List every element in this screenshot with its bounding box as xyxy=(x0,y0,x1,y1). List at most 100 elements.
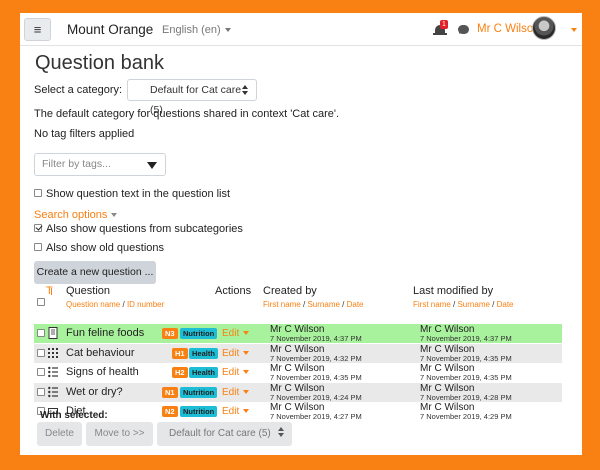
question-name: Signs of health xyxy=(66,366,139,378)
subcategories-label[interactable]: Also show questions from subcategories xyxy=(46,223,243,235)
id-number-badge: H1 xyxy=(172,347,188,359)
chevron-down-icon xyxy=(243,370,250,375)
sort-modified-date-link[interactable]: Date xyxy=(497,300,514,309)
tag-badge[interactable]: Health xyxy=(189,367,218,378)
sort-created-date-link[interactable]: Date xyxy=(347,300,364,309)
sort-modified-surname-link[interactable]: Surname xyxy=(457,300,489,309)
id-number-badge: N3 xyxy=(162,328,178,339)
modified-date: 7 November 2019, 4:29 PM xyxy=(420,412,512,421)
dropdown-triangle-icon xyxy=(147,162,157,169)
created-date: 7 November 2019, 4:35 PM xyxy=(270,373,362,382)
bell-icon-base xyxy=(433,33,447,35)
show-question-text-checkbox[interactable] xyxy=(34,189,42,197)
multichoice-icon xyxy=(48,366,58,378)
tag-badge[interactable]: Nutrition xyxy=(180,386,218,398)
move-to-button[interactable]: Move to >> xyxy=(86,422,153,446)
table-row: Fun feline foods N3 Nutrition Edit Mr C Wils… xyxy=(34,324,562,343)
created-date: 7 November 2019, 4:32 PM xyxy=(270,353,362,363)
multichoice-icon xyxy=(48,386,58,397)
tag-badge[interactable]: Nutrition xyxy=(180,406,218,417)
hamburger-menu-button[interactable]: ≡ xyxy=(24,18,51,41)
row-select-checkbox[interactable] xyxy=(37,348,45,357)
avatar[interactable] xyxy=(532,16,556,40)
edit-menu[interactable]: Edit xyxy=(222,406,250,417)
separator: / xyxy=(489,300,497,309)
sort-arrow-icon xyxy=(51,288,52,295)
old-questions-label[interactable]: Also show old questions xyxy=(46,242,164,254)
created-by-name: Mr C Wilson xyxy=(270,382,325,394)
notification-count-badge: 1 xyxy=(440,20,448,29)
modified-date: 7 November 2019, 4:37 PM xyxy=(420,334,512,343)
search-options-toggle[interactable]: Search options xyxy=(34,209,118,221)
separator: / xyxy=(339,300,347,309)
edit-label: Edit xyxy=(222,328,240,339)
actions-column-header: Actions xyxy=(215,285,252,297)
separator: / xyxy=(120,300,127,309)
question-name: Fun feline foods xyxy=(66,327,145,339)
category-select[interactable]: Default for Cat care (5) xyxy=(127,79,257,116)
modified-by-name: Mr C Wilson xyxy=(420,382,475,394)
category-description: The default category for questions share… xyxy=(34,108,340,120)
language-menu[interactable]: English (en) xyxy=(162,24,231,36)
row-select-checkbox[interactable] xyxy=(37,368,45,376)
edit-menu[interactable]: Edit xyxy=(222,328,250,339)
chevron-down-icon xyxy=(224,28,231,33)
tag-badge[interactable]: Health xyxy=(189,347,218,359)
question-column-header: Question xyxy=(66,285,111,297)
language-label: English (en) xyxy=(162,24,221,36)
question-column-sort: Question name / ID number xyxy=(66,300,164,309)
sort-created-first-name-link[interactable]: First name xyxy=(263,300,301,309)
select-all-checkbox[interactable] xyxy=(37,298,45,306)
modified-date: 7 November 2019, 4:35 PM xyxy=(420,373,512,382)
edit-label: Edit xyxy=(222,406,240,417)
site-name[interactable]: Mount Orange xyxy=(67,22,153,37)
question-name: Wet or dry? xyxy=(66,385,123,398)
modified-date: 7 November 2019, 4:35 PM xyxy=(420,353,512,363)
select-arrows-icon xyxy=(242,85,248,95)
show-question-text-label[interactable]: Show question text in the question list xyxy=(46,188,230,200)
target-category-value: Default for Cat care (5) xyxy=(169,428,271,439)
page-title: Question bank xyxy=(35,52,164,74)
create-question-button[interactable]: Create a new question ... xyxy=(34,261,156,284)
search-options-label: Search options xyxy=(34,209,108,221)
notifications-button[interactable]: 1 xyxy=(433,20,448,38)
navbar: ≡ Mount Orange English (en) 1 Mr C Wilso… xyxy=(20,13,582,46)
edit-menu[interactable]: Edit xyxy=(222,367,250,378)
table-row: Wet or dry? N1 Nutrition Edit Mr C Wilson 7 N… xyxy=(34,382,562,402)
with-selected-label: With selected: xyxy=(40,410,108,421)
user-name[interactable]: Mr C Wilson xyxy=(477,23,540,35)
delete-button[interactable]: Delete xyxy=(37,422,82,446)
question-name: Cat behaviour xyxy=(66,346,135,359)
essay-icon xyxy=(48,327,58,339)
modified-by-column-header: Last modified by xyxy=(413,285,494,297)
chevron-down-icon xyxy=(111,213,118,218)
sort-question-name-link[interactable]: Question name xyxy=(66,300,120,309)
select-category-label: Select a category: xyxy=(34,84,123,96)
edit-label: Edit xyxy=(222,347,240,359)
messages-icon[interactable] xyxy=(458,25,469,34)
tag-badge[interactable]: Nutrition xyxy=(180,328,218,339)
edit-label: Edit xyxy=(222,386,240,398)
sort-modified-first-name-link[interactable]: First name xyxy=(413,300,451,309)
id-number-badge: N2 xyxy=(162,406,178,417)
subcategories-checkbox[interactable] xyxy=(34,224,42,232)
chevron-down-icon xyxy=(243,409,250,414)
tag-filter-input[interactable]: Filter by tags... xyxy=(34,153,166,176)
row-select-checkbox[interactable] xyxy=(37,387,45,396)
edit-label: Edit xyxy=(222,367,240,378)
sort-id-number-link[interactable]: ID number xyxy=(127,300,164,309)
edit-menu[interactable]: Edit xyxy=(222,347,250,359)
old-questions-checkbox[interactable] xyxy=(34,243,42,251)
created-date: 7 November 2019, 4:24 PM xyxy=(270,392,362,402)
id-number-badge: N1 xyxy=(162,386,178,398)
chevron-down-icon xyxy=(243,389,250,394)
row-select-checkbox[interactable] xyxy=(37,329,45,337)
edit-menu[interactable]: Edit xyxy=(222,386,250,398)
target-category-select[interactable]: Default for Cat care (5) xyxy=(157,422,292,446)
user-menu-chevron-down-icon[interactable] xyxy=(571,28,577,32)
created-by-name: Mr C Wilson xyxy=(270,343,325,355)
created-by-column-header: Created by xyxy=(263,285,317,297)
page-frame: ≡ Mount Orange English (en) 1 Mr C Wilso… xyxy=(20,13,582,455)
modified-date: 7 November 2019, 4:28 PM xyxy=(420,392,512,402)
sort-created-surname-link[interactable]: Surname xyxy=(307,300,339,309)
